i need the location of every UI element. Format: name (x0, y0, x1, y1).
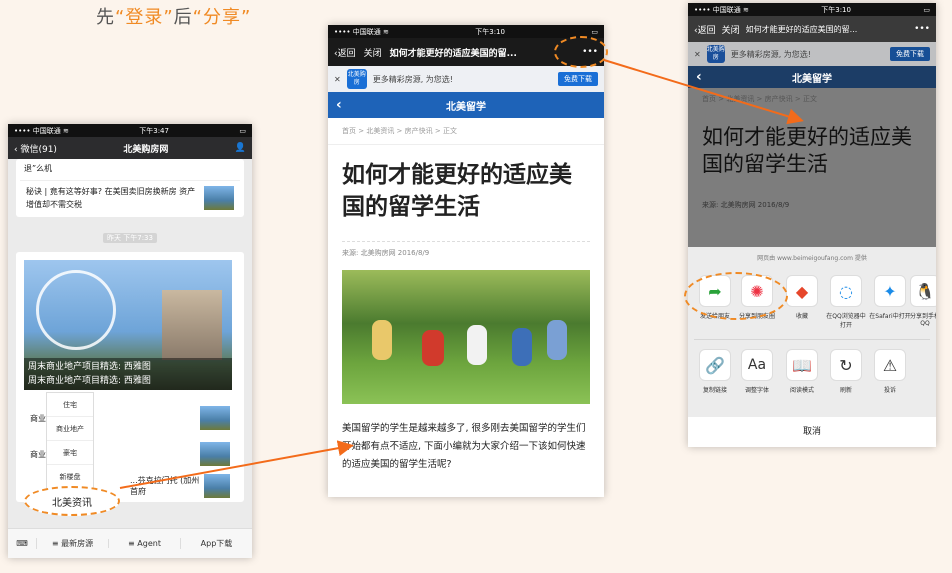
close-button[interactable]: 关闭 (364, 46, 382, 59)
highlight-more-button (554, 36, 608, 68)
news-thumbnail (203, 474, 230, 498)
news-card-top[interactable]: 退”么机 秘诀 | 竟有这等好事? 在美国卖旧房换新房 资产增值却不需交税 (16, 159, 244, 217)
refresh-icon: ↻ (830, 349, 862, 381)
action-copy-link[interactable]: 🔗 复制链接 (693, 349, 737, 394)
status-bar: •••• 中国联通 ≋ 下午3:10 ▭ (328, 25, 604, 38)
article-title: 如何才能更好的适应美国的留学生活 (342, 162, 572, 220)
highlight-share-options (684, 272, 788, 320)
menu-item-north-america-news[interactable]: 北美资讯 (24, 486, 120, 516)
section-header: ‹ 北美留学 (688, 66, 936, 88)
back-button[interactable]: ‹ 微信(91) (14, 142, 57, 155)
article-image (342, 270, 590, 404)
app-banner: ✕ 北美购房 更多精彩房源, 为您选! 免费下载 (328, 66, 604, 92)
free-download-button[interactable]: 免费下载 (890, 47, 930, 61)
back-button[interactable]: ‹返回 (334, 46, 356, 59)
free-download-button[interactable]: 免费下载 (558, 72, 598, 86)
app-banner: ✕ 北美购房 更多精彩房源, 为您选! 免费下载 (688, 42, 936, 66)
font-icon: Aa (741, 349, 773, 381)
action-report[interactable]: ⚠ 投诉 (868, 349, 912, 394)
page-title: 如何才能更好的适应美国的留... (745, 24, 858, 34)
article-title: 如何才能更好的适应美国的留学生活 (702, 125, 912, 176)
article-source: 来源: 北美购房网 2016/8/9 (342, 241, 590, 258)
phone-share-sheet: •••• 中国联通 ≋ 下午3:10 ▭ ‹返回 关闭 如何才能更好的适应美国的留.… (688, 3, 936, 447)
tab-latest-listings[interactable]: ≡ 最新房源 (36, 538, 108, 549)
keyboard-icon[interactable]: ⌨ (8, 539, 36, 548)
tab-agent[interactable]: ≡ Agent (108, 539, 180, 548)
book-icon: 📖 (786, 349, 818, 381)
news-thumbnail (200, 442, 230, 466)
news-row[interactable]: 秘诀 | 竟有这等好事? 在美国卖旧房换新房 资产增值却不需交税 (20, 180, 240, 211)
instruction-text: 先“登录”后“分享” (96, 7, 252, 28)
nav-bar: ‹返回 关闭 如何才能更好的适应美国的留... ••• (688, 16, 936, 42)
chevron-left-icon[interactable]: ‹ (336, 97, 342, 113)
close-button[interactable]: 关闭 (722, 23, 740, 36)
chat-title: 北美购房网 (123, 144, 169, 155)
penguin-icon: 🐧 (910, 275, 936, 307)
chevron-left-icon[interactable]: ‹ (696, 69, 702, 85)
section-header: ‹ 北美留学 (328, 92, 604, 118)
ferris-wheel-image (36, 270, 116, 350)
safari-icon: ✦ (874, 275, 906, 307)
phone-wechat-chat: •••• 中国联通 ≋ 下午3:47 ▭ ‹ 微信(91) 北美购房网 👤 退”么机… (8, 124, 252, 558)
tab-app-download[interactable]: App下载 (180, 538, 252, 549)
news-thumbnail (204, 186, 234, 210)
menu-popup: 住宅 商业地产 豪宅 新楼盘 (46, 392, 94, 490)
more-button[interactable]: ••• (914, 24, 930, 34)
action-refresh[interactable]: ↻ 刷新 (824, 349, 868, 394)
person-icon[interactable]: 👤 (235, 143, 246, 153)
hero-caption: 周末商业地产项目精选: 西雅图 (28, 362, 151, 372)
app-logo: 北美购房 (346, 69, 367, 89)
status-bar: •••• 中国联通 ≋ 下午3:47 ▭ (8, 124, 252, 137)
qq-browser-icon: ◌ (830, 275, 862, 307)
phone-article: •••• 中国联通 ≋ 下午3:10 ▭ ‹返回 关闭 如何才能更好的适应美国的留.… (328, 25, 604, 497)
close-icon[interactable]: ✕ (334, 75, 341, 84)
hero-image[interactable]: 周末商业地产项目精选: 西雅图 周末商业地产项目精选: 西雅图 (24, 260, 232, 390)
breadcrumb: 首页 > 北美资讯 > 房产快讯 > 正文 (702, 95, 817, 103)
article-body: 美国留学的学生是越来越多了, 很多刚去美国留学的学生们开始都有点不适应, 下面小… (342, 423, 586, 470)
tab-bar: ⌨ ≡ 最新房源 ≡ Agent App下载 (8, 528, 252, 558)
article-source: 来源: 北美购房网 2016/8/9 (702, 201, 790, 209)
share-open-safari[interactable]: ✦ 在Safari中打开 (868, 275, 912, 320)
nav-bar: ‹ 微信(91) 北美购房网 👤 (8, 137, 252, 159)
cube-icon: ◆ (786, 275, 818, 307)
warning-icon: ⚠ (874, 349, 906, 381)
timestamp: 昨天 下午7:33 (8, 225, 252, 244)
status-bar: •••• 中国联通 ≋ 下午3:10 ▭ (688, 3, 936, 16)
link-icon: 🔗 (699, 349, 731, 381)
share-mobile-qq[interactable]: 🐧 分享到手机QQ (910, 275, 936, 327)
back-button[interactable]: ‹返回 (694, 23, 716, 36)
app-logo: 北美购房 (706, 45, 725, 63)
hero-caption: 周末商业地产项目精选: 西雅图 (28, 376, 151, 386)
breadcrumb: 首页 > 北美资讯 > 房产快讯 > 正文 (328, 118, 604, 145)
action-font-size[interactable]: Aa 调整字体 (735, 349, 779, 394)
cancel-button[interactable]: 取消 (688, 417, 936, 447)
menu-item[interactable]: 豪宅 (47, 441, 93, 465)
provider-text: 网页由 www.beimeigoufang.com 提供 (757, 255, 867, 262)
menu-item[interactable]: 商业地产 (47, 417, 93, 441)
action-reader-mode[interactable]: 📖 阅读模式 (780, 349, 824, 394)
close-icon[interactable]: ✕ (694, 50, 701, 59)
menu-item[interactable]: 住宅 (47, 393, 93, 417)
share-open-qq-browser[interactable]: ◌ 在QQ浏览器中打开 (824, 275, 868, 329)
news-thumbnail (200, 406, 230, 430)
